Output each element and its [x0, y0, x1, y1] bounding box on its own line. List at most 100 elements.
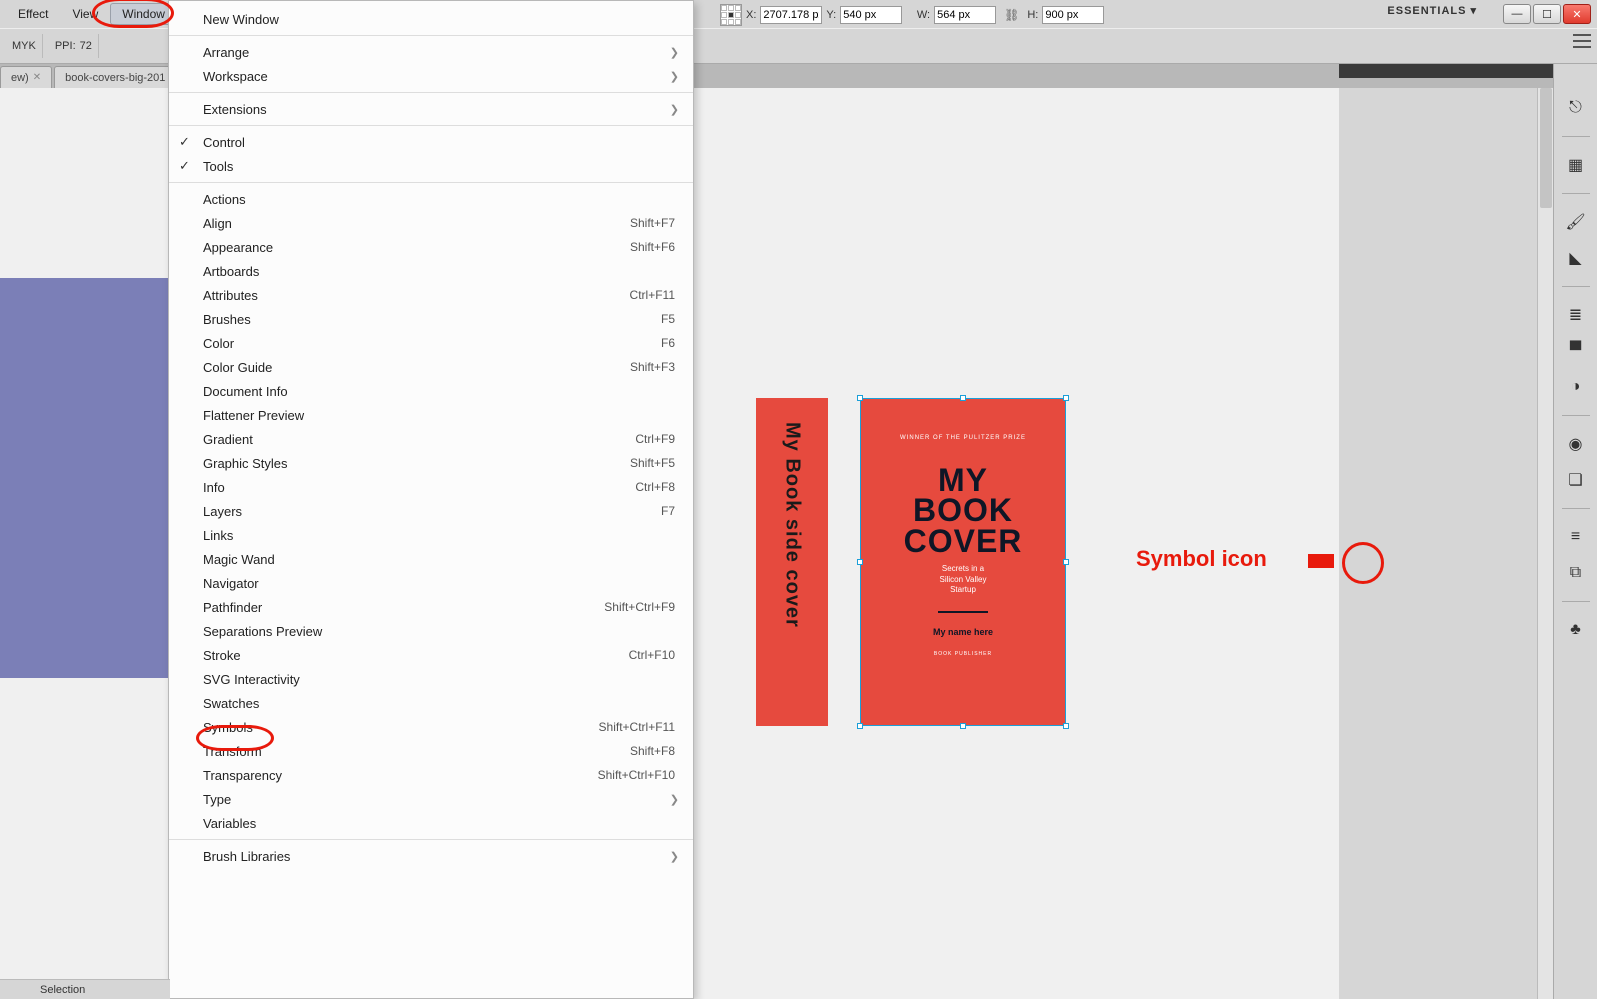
- menu-item-gradient[interactable]: GradientCtrl+F9: [169, 427, 693, 451]
- menu-item-label: Transform: [203, 744, 262, 759]
- color-mode-label: MYK: [6, 34, 43, 58]
- menu-item-attributes[interactable]: Attributes Ctrl+F11: [169, 283, 693, 307]
- handle-icon[interactable]: [1063, 395, 1069, 401]
- menu-item-transform[interactable]: TransformShift+F8: [169, 739, 693, 763]
- handle-icon[interactable]: [857, 395, 863, 401]
- menu-item-document-info[interactable]: Document Info: [169, 379, 693, 403]
- book-cover-art: WINNER OF THE PULITZER PRIZE MY BOOK COV…: [861, 399, 1065, 725]
- menu-item-label: Attributes: [203, 288, 258, 303]
- menu-item-shortcut: Shift+Ctrl+F10: [598, 768, 675, 782]
- control-bar-options-icon[interactable]: [1573, 34, 1591, 48]
- menu-effect[interactable]: Effect: [6, 3, 60, 25]
- maximize-button[interactable]: ☐: [1533, 4, 1561, 24]
- menu-item-color[interactable]: ColorF6: [169, 331, 693, 355]
- menu-item-navigator[interactable]: Navigator: [169, 571, 693, 595]
- menu-item-magic-wand[interactable]: Magic Wand: [169, 547, 693, 571]
- menu-item-label: Layers: [203, 504, 242, 519]
- menu-item-graphic-styles[interactable]: Graphic StylesShift+F5: [169, 451, 693, 475]
- symbols-panel-icon[interactable]: ♣: [1562, 616, 1590, 644]
- menu-item-arrange[interactable]: Arrange❯: [169, 40, 693, 64]
- h-input[interactable]: [1042, 6, 1104, 24]
- book-spine[interactable]: My Book side cover: [756, 398, 828, 726]
- graphic-styles-icon[interactable]: ❏: [1562, 466, 1590, 494]
- window-controls: — ☐ ✕: [1503, 4, 1591, 24]
- menu-item-label: SVG Interactivity: [203, 672, 300, 687]
- document-tab[interactable]: ew) ✕: [0, 66, 52, 88]
- annotation-label: Symbol icon: [1136, 546, 1267, 572]
- x-input[interactable]: [760, 6, 822, 24]
- w-input[interactable]: [934, 6, 996, 24]
- artboards-icon[interactable]: ⧉: [1562, 559, 1590, 587]
- cover-title-line: MY: [904, 465, 1023, 495]
- menu-item-links[interactable]: Links: [169, 523, 693, 547]
- brushes-icon[interactable]: 🖌: [1562, 208, 1590, 236]
- menu-item-separations-preview[interactable]: Separations Preview: [169, 619, 693, 643]
- gradient-icon[interactable]: ▀: [1562, 337, 1590, 365]
- menu-item-shortcut: Shift+F3: [630, 360, 675, 374]
- menu-item-shortcut: Ctrl+F8: [635, 480, 675, 494]
- menu-item-brushes[interactable]: BrushesF5: [169, 307, 693, 331]
- menu-item-stroke[interactable]: StrokeCtrl+F10: [169, 643, 693, 667]
- y-input[interactable]: [840, 6, 902, 24]
- transparency-icon[interactable]: ◑: [1562, 373, 1590, 401]
- cover-publisher: BOOK PUBLISHER: [934, 651, 992, 657]
- handle-icon[interactable]: [1063, 723, 1069, 729]
- menu-item-shortcut: Ctrl+F11: [630, 288, 675, 302]
- menu-item-workspace[interactable]: Workspace❯: [169, 64, 693, 88]
- book-cover-selection[interactable]: WINNER OF THE PULITZER PRIZE MY BOOK COV…: [860, 398, 1066, 726]
- menu-item-extensions[interactable]: Extensions❯: [169, 97, 693, 121]
- vertical-scrollbar[interactable]: [1537, 88, 1553, 999]
- swatches-icon[interactable]: ▦: [1562, 151, 1590, 179]
- document-tab[interactable]: book-covers-big-201: [54, 66, 176, 88]
- artboard-partial: [0, 278, 168, 678]
- menu-window[interactable]: Window: [110, 3, 177, 25]
- menu-item-pathfinder[interactable]: PathfinderShift+Ctrl+F9: [169, 595, 693, 619]
- cover-subtitle-line: Startup: [940, 585, 987, 595]
- workspace-label: ESSENTIALS: [1387, 5, 1466, 17]
- close-tab-icon[interactable]: ✕: [33, 72, 41, 83]
- stroke-icon[interactable]: ≣: [1562, 301, 1590, 329]
- libraries-icon[interactable]: ⎋: [1562, 94, 1590, 122]
- layers-icon[interactable]: ≡: [1562, 523, 1590, 551]
- menu-item-svg-interactivity[interactable]: SVG Interactivity: [169, 667, 693, 691]
- menu-item-variables[interactable]: Variables: [169, 811, 693, 835]
- menu-item-swatches[interactable]: Swatches: [169, 691, 693, 715]
- menu-item-new-window[interactable]: New Window: [169, 7, 693, 31]
- menu-item-actions[interactable]: Actions: [169, 187, 693, 211]
- menu-item-flattener-preview[interactable]: Flattener Preview: [169, 403, 693, 427]
- workspace-switcher[interactable]: ESSENTIALS ▾: [1387, 4, 1477, 17]
- menu-item-brush-libraries[interactable]: Brush Libraries❯: [169, 844, 693, 868]
- minimize-button[interactable]: —: [1503, 4, 1531, 24]
- handle-icon[interactable]: [960, 723, 966, 729]
- menu-item-color-guide[interactable]: Color GuideShift+F3: [169, 355, 693, 379]
- menu-item-tools[interactable]: ✓Tools: [169, 154, 693, 178]
- annotation-arrow-icon: [1308, 554, 1334, 568]
- menu-view[interactable]: View: [60, 3, 110, 25]
- menu-item-transparency[interactable]: TransparencyShift+Ctrl+F10: [169, 763, 693, 787]
- link-wh-icon[interactable]: ⛓: [1000, 8, 1023, 22]
- color-guide-icon[interactable]: ◣: [1562, 244, 1590, 272]
- reference-point-icon[interactable]: [720, 4, 742, 26]
- menu-item-type[interactable]: Type❯: [169, 787, 693, 811]
- menu-item-label: Stroke: [203, 648, 241, 663]
- h-label: H:: [1027, 9, 1038, 21]
- scrollbar-thumb[interactable]: [1540, 88, 1552, 208]
- appearance-icon[interactable]: ◉: [1562, 430, 1590, 458]
- menu-item-align[interactable]: AlignShift+F7: [169, 211, 693, 235]
- submenu-arrow-icon: ❯: [670, 850, 679, 863]
- menu-item-shortcut: Shift+F5: [630, 456, 675, 470]
- spine-text: My Book side cover: [781, 422, 804, 628]
- menu-item-label: Links: [203, 528, 233, 543]
- handle-icon[interactable]: [1063, 559, 1069, 565]
- handle-icon[interactable]: [857, 559, 863, 565]
- menu-item-label: Arrange: [203, 45, 249, 60]
- menu-item-artboards[interactable]: Artboards: [169, 259, 693, 283]
- handle-icon[interactable]: [857, 723, 863, 729]
- menu-item-symbols[interactable]: SymbolsShift+Ctrl+F11: [169, 715, 693, 739]
- menu-item-layers[interactable]: LayersF7: [169, 499, 693, 523]
- menu-item-info[interactable]: InfoCtrl+F8: [169, 475, 693, 499]
- handle-icon[interactable]: [960, 395, 966, 401]
- menu-item-control[interactable]: ✓Control: [169, 130, 693, 154]
- close-button[interactable]: ✕: [1563, 4, 1591, 24]
- menu-item-appearance[interactable]: AppearanceShift+F6: [169, 235, 693, 259]
